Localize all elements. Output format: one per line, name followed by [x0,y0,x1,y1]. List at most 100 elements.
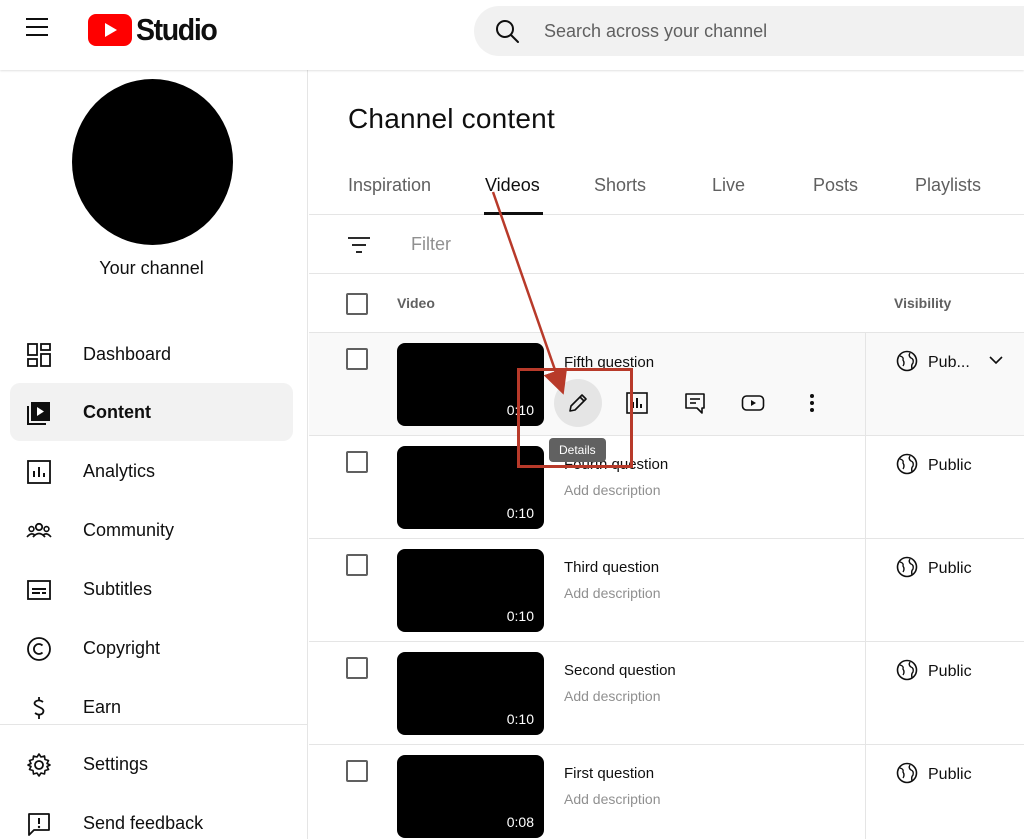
video-duration: 0:10 [506,711,534,727]
comment-icon [685,393,705,414]
sidebar-item-dashboard[interactable]: Dashboard [10,325,293,383]
main-content: Channel content Inspiration Videos Short… [309,70,1024,839]
page-title: Channel content [348,103,555,134]
column-divider [865,745,866,839]
select-all-checkbox[interactable] [346,293,368,315]
feedback-icon [28,813,50,836]
channel-label: Your channel [99,258,204,278]
video-duration: 0:10 [506,505,534,521]
content-tabs: Inspiration Videos Shorts Live Posts Pla… [309,163,1024,215]
tab-shorts[interactable]: Shorts [594,175,646,196]
row-checkbox[interactable] [346,554,368,576]
sidebar-item-send-feedback[interactable]: Send feedback [10,794,293,839]
search-icon[interactable] [494,18,520,44]
sidebar-item-content[interactable]: Content [10,383,293,441]
video-title[interactable]: Second question [564,662,676,679]
youtube-logo-icon [88,14,132,46]
annotation-highlight-box [517,368,633,468]
sidebar-divider [0,724,308,725]
comments-button[interactable] [671,379,719,427]
row-checkbox[interactable] [346,760,368,782]
video-thumbnail[interactable]: 0:08 [397,755,544,838]
table-row[interactable]: 0:08 First question Add description Publ… [309,745,1024,839]
youtube-play-icon [741,395,765,411]
filter-input[interactable] [411,215,811,274]
table-row[interactable]: 0:10 Fifth question Pub... [309,333,1024,436]
video-title[interactable]: Third question [564,559,659,576]
column-divider [865,539,866,642]
row-checkbox[interactable] [346,451,368,473]
video-description[interactable]: Add description [564,688,661,704]
video-thumbnail[interactable]: 0:10 [397,549,544,632]
video-duration: 0:08 [506,814,534,830]
globe-icon [896,556,918,578]
filter-icon[interactable] [347,235,371,255]
sidebar-item-label: Settings [83,753,149,774]
filter-bar [309,215,1024,274]
sidebar-item-label: Earn [83,696,122,717]
tab-videos[interactable]: Videos [485,175,540,196]
column-header-visibility[interactable]: Visibility [894,295,951,311]
table-row[interactable]: 0:10 Third question Add description Publ… [309,539,1024,642]
video-duration: 0:10 [506,608,534,624]
visibility-label: Pub... [928,354,970,371]
chevron-down-icon[interactable] [985,349,1007,371]
community-icon [26,522,52,538]
sidebar-item-community[interactable]: Community [10,501,293,559]
sidebar-item-settings[interactable]: Settings [10,735,293,793]
column-divider [865,333,866,436]
visibility-label: Public [928,663,972,680]
hamburger-menu-icon[interactable] [26,18,56,42]
search-input[interactable] [544,6,1004,56]
visibility-label: Public [928,560,972,577]
video-description[interactable]: Add description [564,482,661,498]
row-checkbox[interactable] [346,348,368,370]
tab-live[interactable]: Live [712,175,745,196]
view-on-youtube-button[interactable] [729,379,777,427]
globe-icon [896,453,918,475]
sidebar-item-label: Dashboard [83,343,172,364]
column-header-video[interactable]: Video [397,295,435,311]
sidebar-item-subtitles[interactable]: Subtitles [10,560,293,618]
visibility-label: Public [928,766,972,783]
sidebar-item-analytics[interactable]: Analytics [10,442,293,500]
sidebar-item-label: Community [83,519,175,540]
globe-icon [896,350,918,372]
gear-icon [27,753,51,777]
globe-icon [896,659,918,681]
table-header: Video Visibility [309,274,1024,333]
globe-icon [896,762,918,784]
logo-text: Studio [136,12,218,47]
more-options-button[interactable] [788,379,836,427]
search-bar[interactable] [474,6,1024,56]
analytics-icon [27,460,51,484]
video-description[interactable]: Add description [564,791,661,807]
sidebar-item-label: Content [83,401,151,422]
content-icon [27,402,50,425]
video-thumbnail[interactable]: 0:10 [397,652,544,735]
visibility-label: Public [928,457,972,474]
sidebar-item-label: Analytics [83,460,156,481]
row-checkbox[interactable] [346,657,368,679]
table-row[interactable]: 0:10 Second question Add description Pub… [309,642,1024,745]
tab-playlists[interactable]: Playlists [915,175,981,196]
table-row[interactable]: 0:10 Fourth question Add description Pub… [309,436,1024,539]
sidebar-item-label: Subtitles [83,578,153,599]
more-vert-icon [810,394,814,412]
video-title[interactable]: First question [564,765,654,782]
tab-posts[interactable]: Posts [813,175,858,196]
subtitles-icon [27,580,51,600]
sidebar-item-copyright[interactable]: Copyright [10,619,293,677]
copyright-icon [27,637,51,661]
earn-icon [33,697,45,719]
column-divider [865,436,866,539]
sidebar-item-label: Send feedback [83,812,204,833]
studio-logo[interactable]: Studio [88,12,223,48]
top-header: Studio [0,0,1024,70]
video-description[interactable]: Add description [564,585,661,601]
sidebar: Your channel Dashboard Content Analytics [0,70,308,839]
dashboard-icon [27,343,51,367]
channel-avatar[interactable] [72,79,233,245]
sidebar-item-earn[interactable]: Earn [10,678,293,736]
tab-inspiration[interactable]: Inspiration [348,175,431,196]
